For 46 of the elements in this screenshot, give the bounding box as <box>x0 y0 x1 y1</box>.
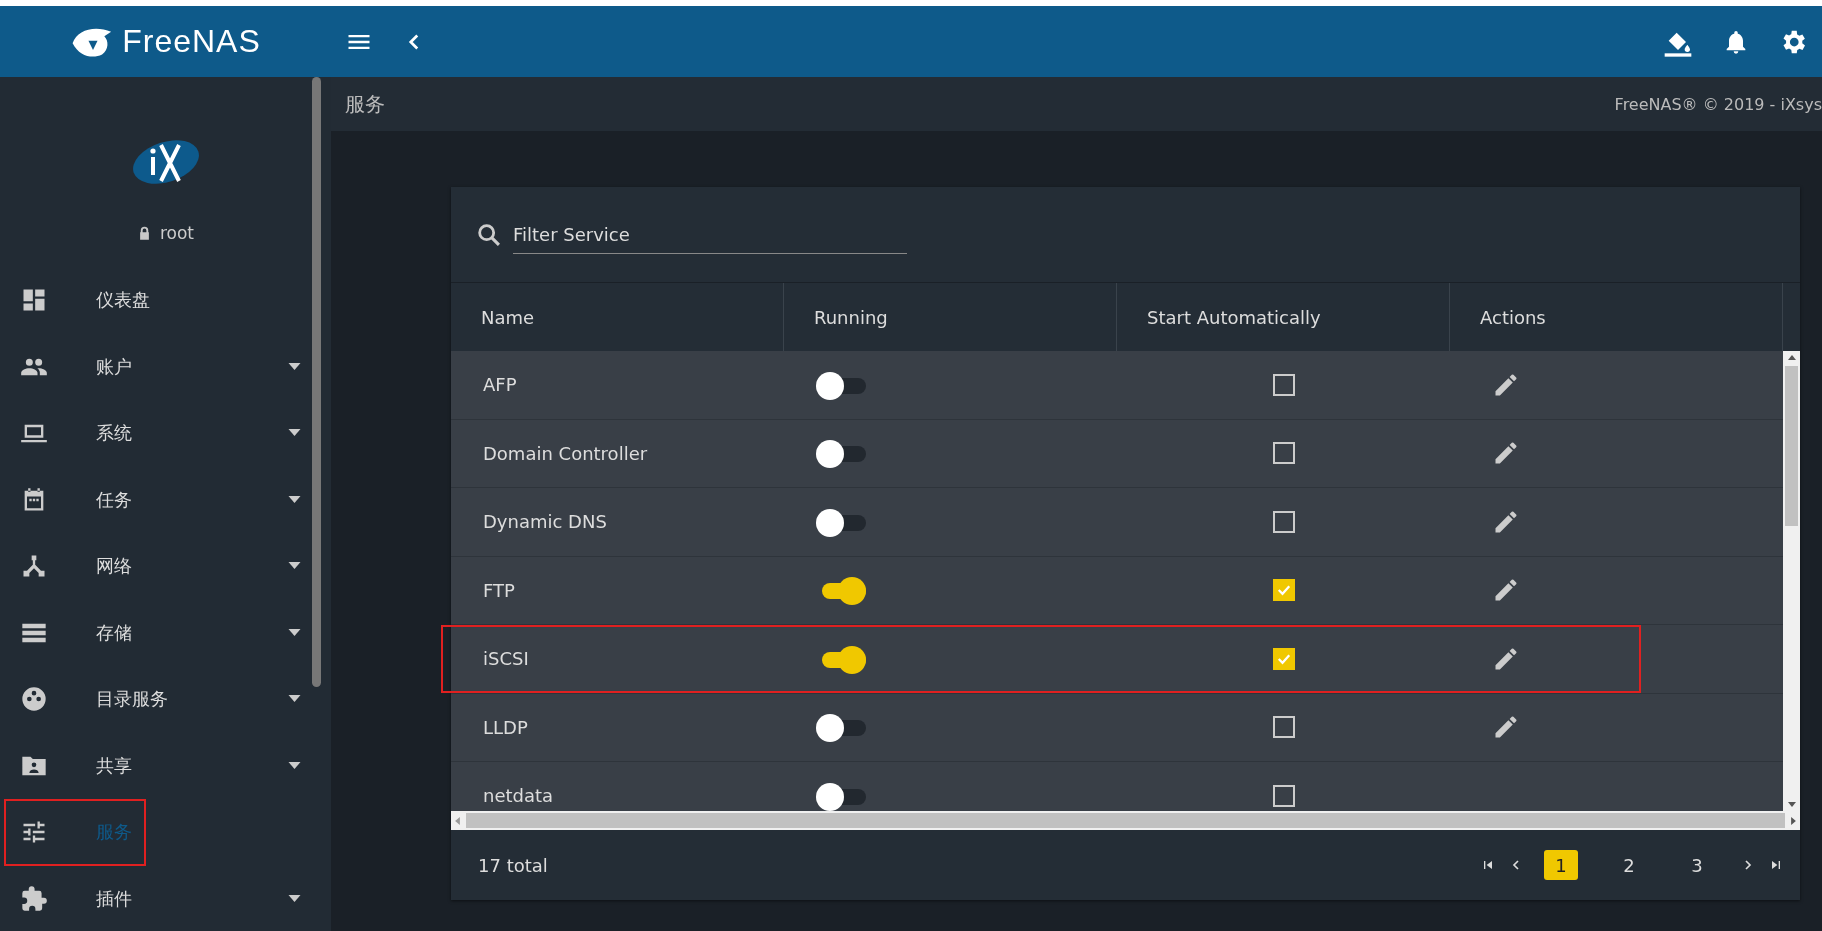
circle-dots-icon <box>20 685 48 714</box>
sidebar-item[interactable]: 账户 <box>0 333 301 400</box>
start-checkbox[interactable] <box>1272 784 1295 807</box>
page-button[interactable]: 2 <box>1612 850 1646 880</box>
running-toggle[interactable] <box>816 781 866 810</box>
sidebar-item[interactable]: 系统 <box>0 400 301 467</box>
running-toggle[interactable] <box>816 713 866 742</box>
scroll-down-icon[interactable] <box>1787 802 1796 807</box>
ix-logo-icon <box>130 137 201 187</box>
service-name: iSCSI <box>483 648 529 670</box>
running-toggle[interactable] <box>816 370 866 399</box>
start-checkbox[interactable] <box>1272 716 1295 739</box>
service-name: Domain Controller <box>483 442 648 464</box>
sidebar-item[interactable]: 仪表盘 <box>0 267 301 334</box>
sidebar-item[interactable]: 共享 <box>0 732 301 799</box>
running-toggle[interactable] <box>816 507 866 536</box>
username: root <box>159 223 195 243</box>
logo-text: FreeNAS <box>122 23 261 60</box>
sidebar-item[interactable]: 存储 <box>0 599 301 666</box>
horizontal-scrollbar[interactable] <box>451 811 1800 830</box>
page-button[interactable]: 3 <box>1680 850 1714 880</box>
scroll-up-icon[interactable] <box>1787 355 1796 360</box>
sidebar-item[interactable]: 任务 <box>0 466 301 533</box>
service-name: FTP <box>483 579 515 601</box>
puzzle-icon <box>20 884 48 913</box>
page-title: 服务 <box>345 90 386 118</box>
start-checkbox[interactable] <box>1272 373 1295 396</box>
running-toggle[interactable] <box>816 439 866 468</box>
scroll-right-icon[interactable] <box>1791 816 1796 825</box>
sidebar-item[interactable]: 网络 <box>0 533 301 600</box>
service-name: Dynamic DNS <box>483 511 607 533</box>
page-button[interactable]: 1 <box>1544 850 1578 880</box>
sidebar-item[interactable]: 插件 <box>0 865 301 931</box>
sidebar-scrollbar[interactable] <box>312 77 321 687</box>
vertical-scrollbar[interactable] <box>1783 351 1800 811</box>
start-checkbox[interactable] <box>1272 579 1295 602</box>
copyright-text: FreeNAS® © 2019 - iXsys <box>1614 94 1822 114</box>
service-name: LLDP <box>483 716 528 738</box>
start-checkbox[interactable] <box>1272 510 1295 533</box>
service-name: AFP <box>483 374 517 396</box>
start-checkbox[interactable] <box>1272 442 1295 465</box>
sidebar-item[interactable]: 目录服务 <box>0 666 301 733</box>
filter-input[interactable]: Filter Service <box>513 215 907 254</box>
service-name: netdata <box>483 785 554 807</box>
start-checkbox[interactable] <box>1272 647 1295 670</box>
total-count: 17 total <box>478 854 548 876</box>
